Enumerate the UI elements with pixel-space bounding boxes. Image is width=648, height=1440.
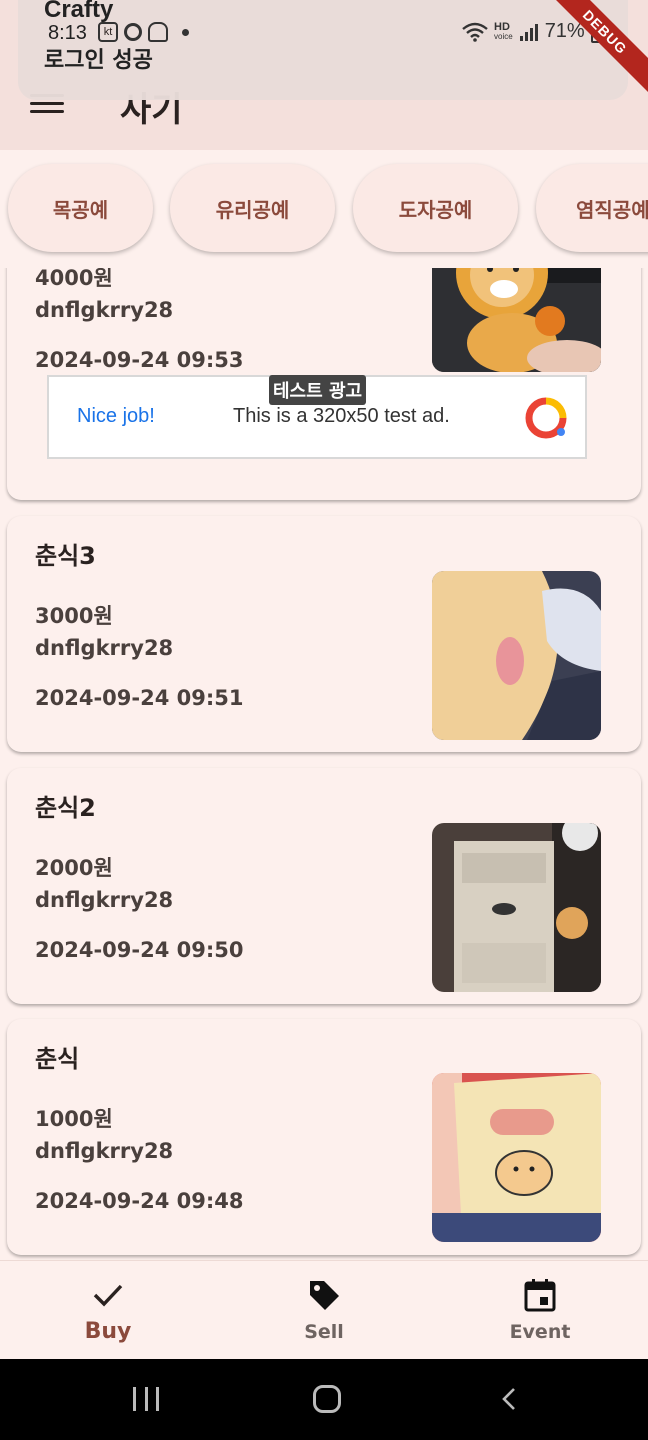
tag-icon <box>310 1281 339 1310</box>
item-date: 2024-09-24 09:53 <box>35 348 244 372</box>
ad-logo-icon <box>525 397 567 439</box>
category-chips: 목공예 유리공예 도자공예 염직공예 <box>0 150 648 268</box>
air-conditioner-image <box>432 823 601 992</box>
list-item[interactable]: 춘식2 2000원 dnflgkrry28 2024-09-24 09:50 <box>7 768 641 1004</box>
chip-woodcraft[interactable]: 목공예 <box>8 164 153 252</box>
item-date: 2024-09-24 09:50 <box>35 938 244 962</box>
item-title: 춘식3 <box>35 542 96 570</box>
choonsik-pouch-image <box>432 1073 601 1242</box>
debug-banner-wrap: DEBUG <box>538 0 648 110</box>
plush-lion-image <box>432 268 601 372</box>
item-price: 1000원 <box>35 1107 113 1131</box>
item-seller: dnflgkrry28 <box>35 636 174 660</box>
plush-closeup-image <box>432 571 601 740</box>
item-date: 2024-09-24 09:51 <box>35 686 244 710</box>
dot-icon <box>182 28 189 36</box>
kt-icon: kt <box>98 22 118 42</box>
list-item[interactable]: 4000원 dnflgkrry28 2024-09-24 09:53 테스트 광… <box>7 268 641 500</box>
nav-buy[interactable]: Buy <box>0 1261 216 1360</box>
nav-event[interactable]: Event <box>432 1261 648 1360</box>
system-navigation-bar <box>0 1359 648 1440</box>
item-title: 춘식 <box>35 1045 80 1073</box>
item-title: 춘식2 <box>35 794 96 822</box>
ad-nice-text: Nice job! <box>77 405 155 427</box>
wifi-icon <box>462 22 488 42</box>
ad-body-text: This is a 320x50 test ad. <box>233 405 450 427</box>
nav-sell[interactable]: Sell <box>216 1261 432 1360</box>
circle-icon <box>124 23 142 41</box>
toast-app-name: Crafty <box>44 0 114 23</box>
item-price: 3000원 <box>35 604 113 628</box>
signal-icon <box>519 23 538 41</box>
item-price: 4000원 <box>35 268 113 290</box>
status-notification-icons: kt <box>98 22 189 42</box>
ghost-icon <box>148 22 168 42</box>
list-item[interactable]: 춘식 1000원 dnflgkrry28 2024-09-24 09:48 <box>7 1019 641 1255</box>
item-thumbnail <box>432 1073 601 1242</box>
nav-label-sell: Sell <box>304 1321 344 1343</box>
item-date: 2024-09-24 09:48 <box>35 1189 244 1213</box>
chip-ceramics[interactable]: 도자공예 <box>353 164 518 252</box>
chip-glasscraft[interactable]: 유리공예 <box>170 164 335 252</box>
item-thumbnail <box>432 268 601 372</box>
list-item[interactable]: 춘식3 3000원 dnflgkrry28 2024-09-24 09:51 <box>7 516 641 752</box>
product-list[interactable]: 4000원 dnflgkrry28 2024-09-24 09:53 테스트 광… <box>0 268 648 1260</box>
calendar-icon <box>524 1279 556 1312</box>
back-icon[interactable] <box>500 1387 518 1411</box>
bottom-navigation: Buy Sell Event <box>0 1260 648 1359</box>
item-seller: dnflgkrry28 <box>35 298 174 322</box>
home-icon[interactable] <box>313 1385 341 1413</box>
item-seller: dnflgkrry28 <box>35 1139 174 1163</box>
nav-label-event: Event <box>509 1321 571 1343</box>
ad-label: 테스트 광고 <box>269 375 367 405</box>
nav-label-buy: Buy <box>84 1319 132 1344</box>
test-ad-banner[interactable]: 테스트 광고 Nice job! This is a 320x50 test a… <box>47 375 587 459</box>
debug-banner: DEBUG <box>538 0 648 101</box>
chip-textile[interactable]: 염직공예 <box>536 164 648 252</box>
hd-voice-icon: HD voice <box>494 20 513 41</box>
item-price: 2000원 <box>35 856 113 880</box>
item-thumbnail <box>432 571 601 740</box>
item-thumbnail <box>432 823 601 992</box>
toast-message: 로그인 성공 <box>44 48 153 73</box>
recent-apps-icon[interactable] <box>133 1387 159 1411</box>
check-icon <box>93 1284 123 1307</box>
item-seller: dnflgkrry28 <box>35 888 174 912</box>
